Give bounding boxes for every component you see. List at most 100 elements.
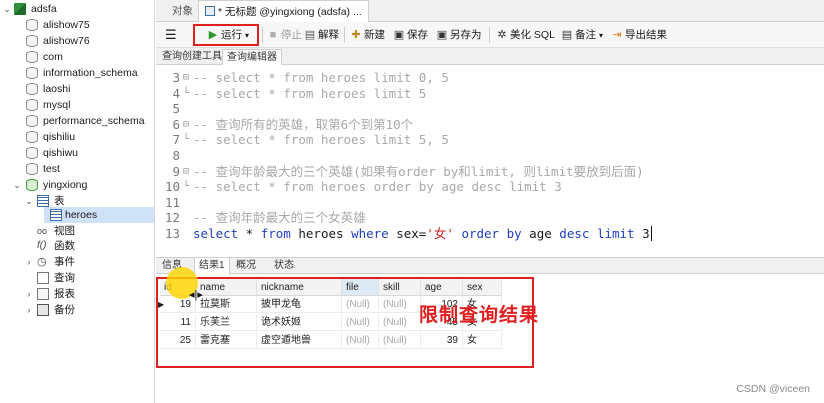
- tree-db-alishow76[interactable]: alishow76: [0, 33, 154, 49]
- tree-db-com[interactable]: com: [0, 49, 154, 65]
- sql-token: 3: [634, 226, 650, 241]
- explain-label: 解释: [318, 29, 339, 41]
- db-label: alishow76: [43, 35, 90, 47]
- sql-token: order by: [461, 226, 522, 241]
- line-number: 13: [164, 226, 180, 241]
- result-pane: idnamenicknamefileskillagesex▶19拉莫斯披甲龙龟(…: [156, 274, 824, 403]
- code-line: 3 ⊟ -- select * from heroes limit 0, 5: [156, 70, 824, 86]
- database-icon: [26, 99, 38, 111]
- code-line: 8: [156, 148, 824, 164]
- report-icon: [37, 288, 49, 300]
- line-number: 12: [164, 210, 180, 226]
- run-button[interactable]: ▶ 运行 ▾: [207, 26, 249, 44]
- code-line: 9 ⊟ -- 查询年龄最大的三个英雄(如果有order by和limit, 则lim…: [156, 164, 824, 180]
- tab-query-editor[interactable]: 查询编辑器: [222, 49, 282, 65]
- expand-arrow-icon[interactable]: ›: [24, 302, 34, 318]
- tab-objects[interactable]: 对象: [166, 0, 199, 22]
- tree-db-yingxiong[interactable]: ⌄ yingxiong: [0, 177, 154, 193]
- beautify-sql-button[interactable]: ✲ 美化 SQL: [496, 26, 555, 44]
- code-text: -- 查询年龄最大的三个英雄(如果有order by和limit, 则limit…: [193, 163, 644, 179]
- collapse-arrow-icon[interactable]: ⌄: [24, 193, 34, 209]
- fold-marker-icon[interactable]: └: [183, 132, 191, 148]
- db-label: qishiliu: [43, 131, 76, 143]
- database-icon: [26, 115, 38, 127]
- dropdown-arrow-icon[interactable]: ▾: [245, 31, 249, 40]
- explain-button[interactable]: ▤ 解释: [304, 26, 339, 44]
- editor-mode-tabs: 查询创建工具 查询编辑器: [156, 48, 824, 65]
- tree-db-qishiliu[interactable]: qishiliu: [0, 129, 154, 145]
- database-icon: [26, 19, 38, 31]
- tree-db-performance-schema[interactable]: performance_schema: [0, 113, 154, 129]
- db-label: mysql: [43, 99, 71, 111]
- database-icon: [26, 51, 38, 63]
- line-number: 9: [172, 163, 180, 179]
- tree-queries[interactable]: 查询: [0, 270, 154, 286]
- toolbar-separator: [344, 27, 345, 43]
- node-label: 视图: [54, 225, 75, 237]
- line-number: 7: [172, 132, 180, 148]
- tab-query[interactable]: * 无标题 @yingxiong (adsfa) ...: [198, 0, 369, 22]
- code-text: -- select * from heroes limit 5, 5: [193, 132, 449, 148]
- database-icon: [26, 83, 38, 95]
- new-query-icon: ✚: [351, 29, 361, 41]
- tab-profile[interactable]: 概况: [232, 258, 260, 274]
- fold-marker-icon[interactable]: └: [183, 86, 191, 102]
- line-number: 6: [172, 116, 180, 132]
- new-button[interactable]: ✚ 新建: [350, 26, 385, 44]
- db-label: information_schema: [43, 67, 138, 79]
- tree-db-qishiwu[interactable]: qishiwu: [0, 145, 154, 161]
- watermark: CSDN @viceen: [736, 383, 810, 395]
- sql-token: where: [351, 226, 389, 241]
- stop-label: 停止: [281, 29, 302, 41]
- tree-backups[interactable]: › 备份: [0, 302, 154, 318]
- query-icon: [37, 272, 49, 284]
- sql-token: sex=: [388, 226, 427, 241]
- database-icon: [26, 35, 38, 47]
- tree-views[interactable]: oo 视图: [0, 223, 154, 239]
- collapse-arrow-icon[interactable]: ⌄: [2, 1, 12, 17]
- tab-status[interactable]: 状态: [270, 258, 298, 274]
- tree-table-heroes[interactable]: heroes: [44, 207, 154, 223]
- expand-arrow-icon[interactable]: ›: [24, 286, 34, 302]
- query-toolbar: ☰ ▶ 运行 ▾ ■ 停止 ▤ 解释 ✚ 新建 ▣ 保存 ▣ 另存为 ✲ 美化 SQL ▤ 备注 ▾…: [156, 22, 824, 48]
- save-as-button[interactable]: ▣ 另存为: [436, 26, 482, 44]
- export-results-button[interactable]: ⇥ 导出结果: [611, 26, 667, 44]
- comment-label: 备注: [575, 29, 596, 41]
- fold-marker-icon[interactable]: ⊟: [183, 164, 191, 180]
- sql-editor[interactable]: 3 ⊟ -- select * from heroes limit 0, 5 4 └ --…: [156, 66, 824, 256]
- code-line: 7 └ -- select * from heroes limit 5, 5: [156, 132, 824, 148]
- dropdown-arrow-icon[interactable]: ▾: [599, 31, 603, 40]
- tab-query-builder[interactable]: 查询创建工具: [158, 49, 226, 65]
- tree-events[interactable]: › ◷ 事件: [0, 254, 154, 270]
- play-icon: ▶: [208, 29, 218, 41]
- glasses-icon: oo: [37, 226, 48, 236]
- fold-marker-icon[interactable]: ⊟: [183, 117, 191, 133]
- stop-button[interactable]: ■ 停止: [267, 26, 302, 44]
- line-number: 10: [164, 179, 180, 195]
- tree-db-alishow75[interactable]: alishow75: [0, 17, 154, 33]
- comment-button[interactable]: ▤ 备注 ▾: [561, 26, 603, 44]
- fold-marker-icon[interactable]: └: [183, 179, 191, 195]
- fold-marker-icon[interactable]: ⊟: [183, 70, 191, 86]
- db-label: yingxiong: [43, 179, 88, 191]
- tree-db-information-schema[interactable]: information_schema: [0, 65, 154, 81]
- new-label: 新建: [364, 29, 385, 41]
- tab-result-1[interactable]: 结果1: [194, 258, 230, 274]
- hamburger-icon[interactable]: ☰: [165, 26, 177, 44]
- clock-icon: ◷: [37, 256, 47, 268]
- connection-icon: [14, 3, 26, 15]
- tree-functions[interactable]: f() 函数: [0, 238, 154, 254]
- tree-db-laoshi[interactable]: laoshi: [0, 81, 154, 97]
- node-label: 备份: [54, 304, 75, 316]
- tree-connection[interactable]: ⌄ adsfa: [0, 1, 154, 17]
- save-button[interactable]: ▣ 保存: [393, 26, 428, 44]
- toolbar-separator: [489, 27, 490, 43]
- collapse-arrow-icon[interactable]: ⌄: [12, 177, 22, 193]
- comment-icon: ▤: [561, 29, 573, 41]
- tree-reports[interactable]: › 报表: [0, 286, 154, 302]
- code-line: 13 select * from heroes where sex='女' ord…: [156, 226, 824, 242]
- tree-db-mysql[interactable]: mysql: [0, 97, 154, 113]
- tree-db-test[interactable]: test: [0, 161, 154, 177]
- line-number: 4: [172, 85, 180, 101]
- expand-arrow-icon[interactable]: ›: [24, 254, 34, 270]
